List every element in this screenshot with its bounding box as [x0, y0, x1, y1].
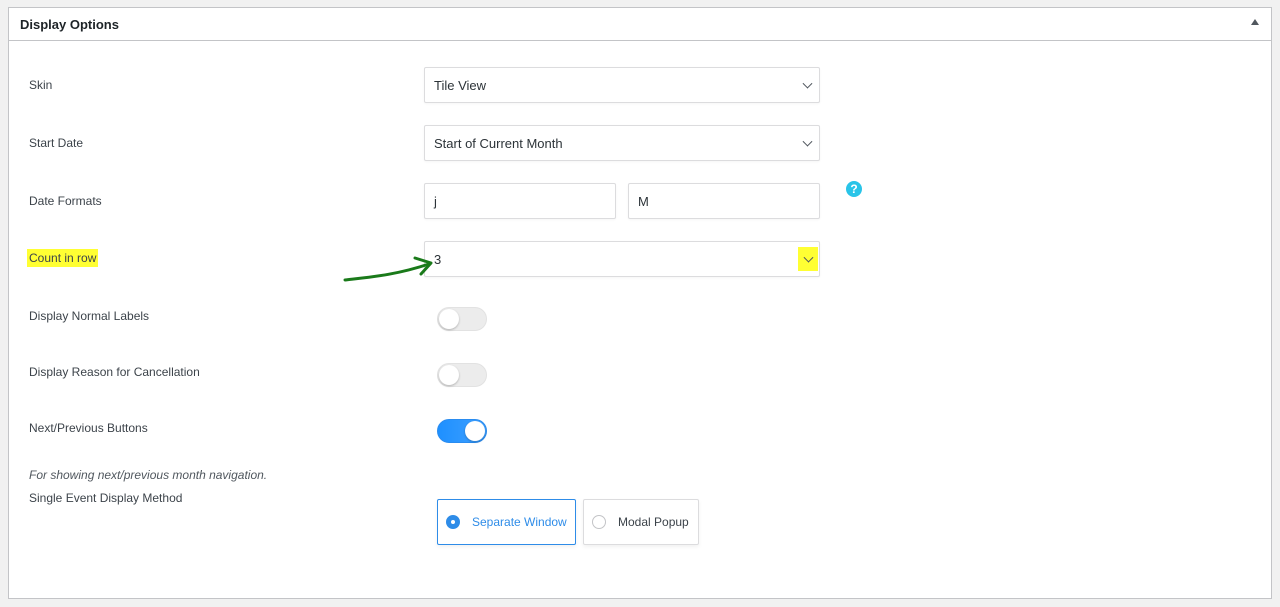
count-in-row-label: Count in row	[27, 249, 99, 267]
toggle-knob	[465, 421, 485, 441]
chevron-down-icon	[802, 136, 813, 147]
highlight-count-in-row: Count in row	[27, 249, 99, 267]
single-event-display-label: Single Event Display Method	[29, 491, 183, 505]
date-format-value-2: M	[638, 193, 649, 209]
radio-separate-window[interactable]: Separate Window	[437, 499, 576, 545]
start-date-label: Start Date	[29, 136, 84, 150]
next-previous-description: For showing next/previous month navigati…	[29, 468, 268, 482]
green-arrow-annotation	[343, 256, 433, 282]
chevron-down-icon	[803, 252, 814, 263]
start-date-select[interactable]: Start of Current Month	[424, 125, 820, 161]
date-format-field-2[interactable]: M	[628, 183, 820, 219]
skin-label: Skin	[29, 78, 53, 92]
count-in-row-select[interactable]: 3	[424, 241, 820, 277]
toggle-knob	[439, 309, 459, 329]
panel-header[interactable]: Display Options	[9, 8, 1271, 41]
display-reason-cancellation-label: Display Reason for Cancellation	[29, 365, 200, 379]
display-options-panel: Display Options Skin Tile View Start Dat…	[8, 7, 1272, 599]
date-formats-label: Date Formats	[29, 194, 102, 208]
display-reason-cancellation-toggle[interactable]	[437, 363, 487, 387]
radio-modal-popup-label: Modal Popup	[618, 515, 689, 529]
date-format-field-1[interactable]: j	[424, 183, 616, 219]
next-previous-buttons-label: Next/Previous Buttons	[29, 421, 148, 435]
start-date-value: Start of Current Month	[434, 135, 563, 151]
date-format-value-1: j	[434, 193, 437, 209]
chevron-down-icon	[802, 78, 813, 89]
radio-unchecked-icon	[592, 515, 606, 529]
skin-value: Tile View	[434, 77, 487, 93]
display-normal-labels-toggle[interactable]	[437, 307, 487, 331]
skin-select[interactable]: Tile View	[424, 67, 820, 103]
panel-title: Display Options	[20, 17, 119, 32]
next-previous-buttons-toggle[interactable]	[437, 419, 487, 443]
help-question-icon[interactable]: ?	[846, 181, 862, 197]
collapse-up-icon[interactable]	[1251, 19, 1259, 25]
radio-separate-window-label: Separate Window	[472, 515, 567, 529]
display-normal-labels-label: Display Normal Labels	[29, 309, 150, 323]
toggle-knob	[439, 365, 459, 385]
radio-checked-icon	[446, 515, 460, 529]
highlight-chevron	[798, 247, 818, 271]
radio-modal-popup[interactable]: Modal Popup	[583, 499, 699, 545]
